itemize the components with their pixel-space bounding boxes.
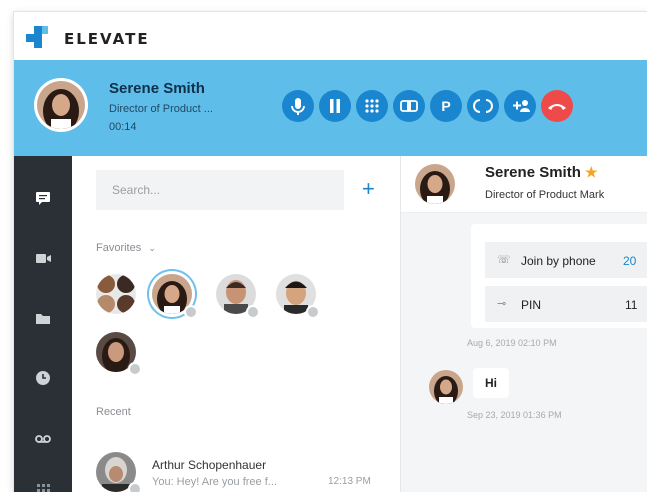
- card-timestamp: Aug 6, 2019 02:10 PM: [467, 338, 557, 348]
- join-by-phone-label: Join by phone: [521, 254, 596, 268]
- add-contact-button[interactable]: +: [362, 178, 375, 200]
- contacts-panel: + Favorites ⌄: [72, 156, 401, 492]
- chat-header: Serene Smith ★ Director of Product Mark: [401, 156, 647, 213]
- pin-value: 11: [625, 298, 638, 312]
- video-icon[interactable]: [33, 248, 53, 268]
- chat-icon[interactable]: [33, 188, 53, 208]
- favorites-header[interactable]: Favorites ⌄: [96, 242, 156, 254]
- chat-contact-avatar[interactable]: [415, 164, 455, 204]
- join-by-phone-value[interactable]: 20: [623, 254, 636, 268]
- hang-up-icon: [548, 104, 566, 110]
- brand-name: ELEVATE: [64, 30, 150, 48]
- history-icon[interactable]: [33, 368, 53, 388]
- presence-dot: [128, 482, 142, 492]
- add-participant-icon: [513, 100, 530, 112]
- elevate-logo: [26, 26, 48, 48]
- chevron-down-icon: ⌄: [148, 243, 156, 253]
- search-input[interactable]: [96, 170, 344, 210]
- record-icon: [400, 100, 418, 112]
- message-bubble: Hi: [473, 368, 509, 398]
- transfer-icon: [473, 99, 493, 113]
- svg-text:P: P: [441, 98, 450, 114]
- presence-dot: [128, 362, 142, 376]
- meeting-info-card: ☏ Join by phone 20 ⊸ PIN 11: [471, 224, 647, 328]
- join-by-phone-row[interactable]: ☏ Join by phone 20: [485, 242, 647, 278]
- presence-dot: [306, 305, 320, 319]
- active-call-bar: Serene Smith Director of Product ... 00:…: [14, 60, 647, 156]
- message-timestamp: Sep 23, 2019 01:36 PM: [467, 410, 562, 420]
- pin-row: ⊸ PIN 11: [485, 286, 647, 322]
- park-icon: P: [441, 98, 450, 114]
- pin-label: PIN: [521, 298, 542, 312]
- mute-button[interactable]: [282, 90, 314, 122]
- top-bar: ELEVATE: [14, 12, 647, 61]
- phone-icon: ☏: [497, 254, 511, 266]
- voicemail-icon[interactable]: [33, 428, 53, 448]
- favorite-star-icon[interactable]: ★: [585, 164, 598, 180]
- chat-panel: Serene Smith ★ Director of Product Mark …: [401, 156, 647, 492]
- hang-up-button[interactable]: [541, 90, 573, 122]
- chat-contact-title: Director of Product Mark: [485, 189, 605, 201]
- add-participant-button[interactable]: [504, 90, 536, 122]
- park-button[interactable]: P: [430, 90, 462, 122]
- call-timer: 00:14: [109, 121, 137, 133]
- chat-contact-name-text: Serene Smith: [485, 164, 581, 181]
- caller-title: Director of Product ...: [109, 103, 213, 115]
- folder-icon[interactable]: [33, 308, 53, 328]
- recent-header: Recent: [96, 406, 131, 418]
- microphone-icon: [291, 98, 305, 115]
- dialpad-icon: [365, 99, 379, 113]
- caller-name: Serene Smith: [109, 80, 205, 97]
- transfer-button[interactable]: [467, 90, 499, 122]
- app-window: ELEVATE Serene Smith Director of Product…: [14, 12, 647, 492]
- apps-icon[interactable]: [33, 480, 53, 492]
- record-button[interactable]: [393, 90, 425, 122]
- recent-message-time: 12:13 PM: [328, 476, 371, 487]
- presence-dot: [246, 305, 260, 319]
- presence-dot: [184, 305, 198, 319]
- key-icon: ⊸: [497, 298, 507, 310]
- recent-message-preview: You: Hey! Are you free f...: [152, 476, 277, 488]
- nav-sidebar: [14, 156, 72, 492]
- pause-icon: [330, 99, 340, 113]
- hold-button[interactable]: [319, 90, 351, 122]
- dialpad-button[interactable]: [356, 90, 388, 122]
- favorites-label: Favorites: [96, 242, 142, 254]
- favorite-group-avatar[interactable]: [96, 274, 136, 314]
- recent-contact-name[interactable]: Arthur Schopenhauer: [152, 458, 266, 472]
- caller-avatar[interactable]: [34, 78, 88, 132]
- message-sender-avatar[interactable]: [429, 370, 463, 404]
- chat-contact-name: Serene Smith ★: [485, 164, 598, 181]
